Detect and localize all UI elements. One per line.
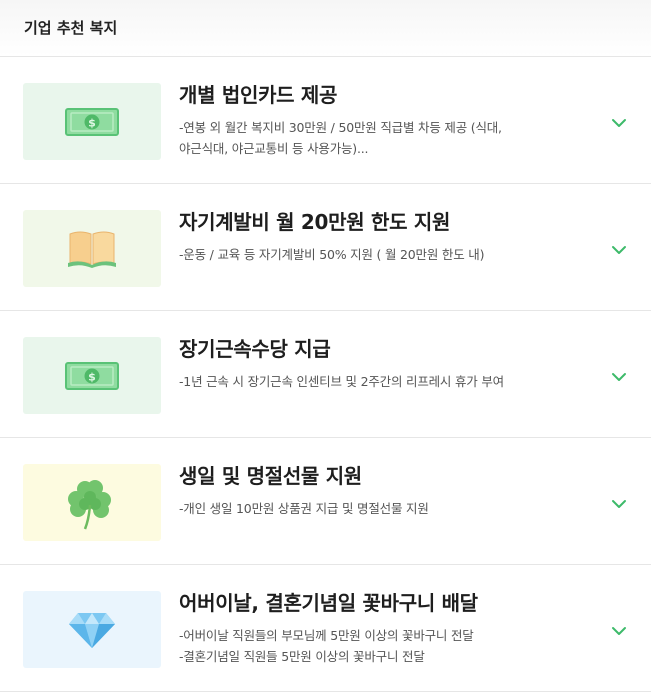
benefit-description: -어버이날 직원들의 부모님께 5만원 이상의 꽃바구니 전달 -결혼기념일 직원… [179, 625, 579, 667]
diamond-icon [68, 611, 116, 649]
chevron-down-icon[interactable] [611, 622, 627, 635]
benefit-title: 어버이날, 결혼기념일 꽃바구니 배달 [179, 591, 478, 615]
benefit-thumbnail [23, 464, 161, 541]
benefit-item[interactable]: 어버이날, 결혼기념일 꽃바구니 배달 -어버이날 직원들의 부모님께 5만원 이… [0, 565, 651, 692]
section-title: 기업 추천 복지 [24, 19, 118, 37]
benefit-item[interactable]: $ 개별 법인카드 제공 -연봉 외 월간 복지비 30만원 / 50만원 직급별… [0, 57, 651, 184]
book-icon [68, 230, 116, 268]
benefit-thumbnail: $ [23, 337, 161, 414]
benefit-description: -1년 근속 시 장기근속 인센티브 및 2주간의 리프레시 휴가 부여 [179, 371, 579, 392]
benefit-description-line: -결혼기념일 직원들 5만원 이상의 꽃바구니 전달 [179, 649, 425, 664]
svg-text:$: $ [88, 116, 96, 129]
benefit-description: -개인 생일 10만원 상품권 지급 및 명절선물 지원 [179, 498, 579, 519]
benefit-thumbnail [23, 591, 161, 668]
chevron-down-icon[interactable] [611, 114, 627, 127]
chevron-down-icon[interactable] [611, 368, 627, 381]
chevron-down-icon[interactable] [611, 241, 627, 254]
benefit-title: 장기근속수당 지급 [179, 337, 331, 361]
svg-text:$: $ [88, 370, 96, 383]
benefit-description-line: -개인 생일 10만원 상품권 지급 및 명절선물 지원 [179, 501, 429, 516]
clover-icon [65, 475, 119, 531]
benefit-description: -운동 / 교육 등 자기계발비 50% 지원 ( 월 20만원 한도 내) [179, 244, 579, 265]
benefit-item[interactable]: 자기계발비 월 20만원 한도 지원 -운동 / 교육 등 자기계발비 50% 지… [0, 184, 651, 311]
benefit-thumbnail: $ [23, 83, 161, 160]
benefit-description-line: -운동 / 교육 등 자기계발비 50% 지원 ( 월 20만원 한도 내) [179, 247, 485, 262]
benefit-item[interactable]: 생일 및 명절선물 지원 -개인 생일 10만원 상품권 지급 및 명절선물 지원 [0, 438, 651, 565]
benefit-description-line: -어버이날 직원들의 부모님께 5만원 이상의 꽃바구니 전달 [179, 628, 474, 643]
benefit-description-line: 야근식대, 야근교통비 등 사용가능)... [179, 141, 369, 156]
benefit-description-line: -연봉 외 월간 복지비 30만원 / 50만원 직급별 차등 제공 (식대, [179, 120, 502, 135]
benefit-description-line: -1년 근속 시 장기근속 인센티브 및 2주간의 리프레시 휴가 부여 [179, 374, 504, 389]
benefit-list: $ 개별 법인카드 제공 -연봉 외 월간 복지비 30만원 / 50만원 직급별… [0, 57, 651, 692]
money-icon: $ [65, 361, 119, 390]
benefit-title: 생일 및 명절선물 지원 [179, 464, 362, 488]
benefit-title: 자기계발비 월 20만원 한도 지원 [179, 210, 451, 234]
benefit-description: -연봉 외 월간 복지비 30만원 / 50만원 직급별 차등 제공 (식대, 야… [179, 117, 579, 159]
section-header: 기업 추천 복지 [0, 0, 651, 57]
benefit-title: 개별 법인카드 제공 [179, 83, 338, 107]
benefit-item[interactable]: $ 장기근속수당 지급 -1년 근속 시 장기근속 인센티브 및 2주간의 리프레… [0, 311, 651, 438]
money-icon: $ [65, 107, 119, 136]
benefit-thumbnail [23, 210, 161, 287]
chevron-down-icon[interactable] [611, 495, 627, 508]
